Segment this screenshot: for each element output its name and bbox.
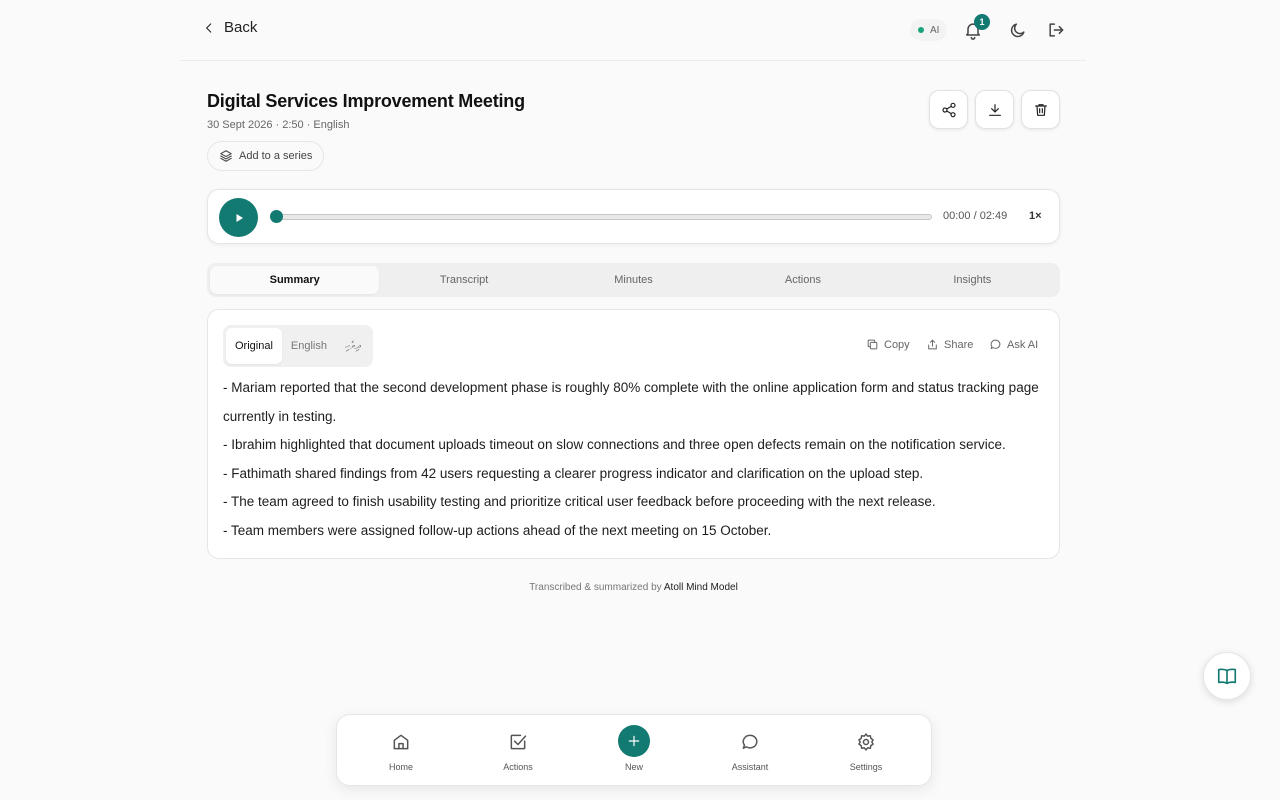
content-tabs: Summary Transcript Minutes Actions Insig…	[207, 263, 1060, 297]
language-english[interactable]: English	[282, 328, 336, 364]
add-to-series-label: Add to a series	[239, 150, 313, 162]
chat-bubble-icon	[742, 734, 758, 749]
book-icon	[1217, 668, 1237, 685]
share-nodes-icon	[941, 102, 956, 117]
ask-ai-button[interactable]: Ask AI	[989, 338, 1038, 351]
progress-thumb[interactable]	[270, 210, 283, 223]
ai-status-badge[interactable]: AI	[910, 19, 948, 41]
home-icon	[393, 734, 409, 750]
trash-icon	[1034, 103, 1047, 116]
tab-insights[interactable]: Insights	[888, 266, 1057, 294]
check-square-icon	[510, 734, 527, 750]
add-to-series-button[interactable]: Add to a series	[207, 141, 325, 171]
plus-icon	[628, 735, 640, 747]
copy-icon	[867, 339, 878, 350]
summary-list: - Mariam reported that the second develo…	[223, 374, 1043, 545]
progress-track[interactable]	[276, 214, 932, 220]
attribution-footnote: Transcribed & summarized by Atoll Mind M…	[0, 582, 1267, 593]
back-button[interactable]: Back	[202, 19, 257, 36]
copy-label: Copy	[884, 338, 910, 351]
top-bar: Back AI 1	[180, 0, 1086, 61]
play-icon	[236, 213, 243, 222]
tab-actions[interactable]: Actions	[718, 266, 887, 294]
nav-settings[interactable]: Settings	[816, 715, 916, 787]
delete-button[interactable]	[1021, 90, 1060, 129]
moon-icon	[1010, 23, 1025, 38]
copy-button[interactable]: Copy	[866, 338, 910, 351]
language-original[interactable]: Original	[226, 328, 282, 364]
nav-new-label: New	[624, 762, 643, 772]
nav-actions-label: Actions	[503, 762, 533, 772]
audio-player: 00:00 / 02:49 1×	[207, 189, 1060, 244]
playback-time: 00:00 / 02:49	[943, 210, 1008, 222]
ask-ai-label: Ask AI	[1007, 338, 1039, 351]
new-button-circle	[618, 725, 650, 757]
language-switch: Original English ދިވެހި	[223, 325, 373, 367]
share-summary-button[interactable]: Share	[926, 338, 973, 351]
ai-label: AI	[930, 24, 940, 36]
download-icon	[988, 103, 1001, 116]
download-button[interactable]	[975, 90, 1014, 129]
nav-actions[interactable]: Actions	[468, 715, 568, 787]
summary-item: - Team members were assigned follow-up a…	[223, 522, 772, 538]
tab-summary[interactable]: Summary	[210, 266, 380, 294]
meeting-meta: 30 Sept 2026 · 2:50 · English	[207, 119, 350, 131]
share-button[interactable]	[929, 90, 968, 129]
tab-transcript[interactable]: Transcript	[379, 266, 548, 294]
nav-new[interactable]: New	[584, 715, 684, 787]
summary-item: - Fathimath shared findings from 42 user…	[223, 465, 924, 481]
logout-icon	[1049, 23, 1064, 37]
summary-item: - Ibrahim highlighted that document uplo…	[223, 437, 1006, 452]
layers-icon	[220, 150, 232, 162]
attribution-brand: Atoll Mind Model	[663, 582, 738, 593]
nav-assistant[interactable]: Assistant	[700, 715, 800, 787]
upload-share-icon	[928, 339, 937, 350]
guide-button[interactable]	[1203, 652, 1251, 700]
play-button[interactable]	[219, 198, 258, 237]
language-dhivehi[interactable]: ދިވެހި	[336, 328, 370, 364]
attribution-prefix: Transcribed & summarized by	[529, 582, 662, 593]
nav-assistant-label: Assistant	[731, 762, 769, 772]
tab-minutes[interactable]: Minutes	[549, 266, 718, 294]
chat-bubble-icon	[990, 339, 1001, 350]
page-title: Digital Services Improvement Meeting	[207, 91, 525, 111]
nav-settings-label: Settings	[849, 762, 883, 772]
nav-home[interactable]: Home	[351, 715, 451, 787]
logout-button[interactable]	[1046, 20, 1066, 40]
summary-card: Original English ދިވެހި Copy Share Ask A…	[207, 309, 1060, 559]
status-dot	[918, 27, 924, 33]
back-label: Back	[224, 19, 258, 36]
share-label: Share	[944, 338, 974, 351]
summary-item: - Mariam reported that the second develo…	[223, 380, 1039, 424]
summary-item: - The team agreed to finish usability te…	[223, 494, 936, 509]
gear-icon	[858, 733, 874, 751]
chevron-left-icon	[206, 22, 212, 33]
notification-count-badge: 1	[974, 14, 990, 30]
dark-mode-toggle[interactable]	[1008, 20, 1028, 40]
playback-speed-button[interactable]: 1×	[1029, 210, 1042, 222]
bottom-navigation: Home Actions New Assistant Settings	[336, 714, 932, 786]
nav-home-label: Home	[388, 762, 413, 772]
